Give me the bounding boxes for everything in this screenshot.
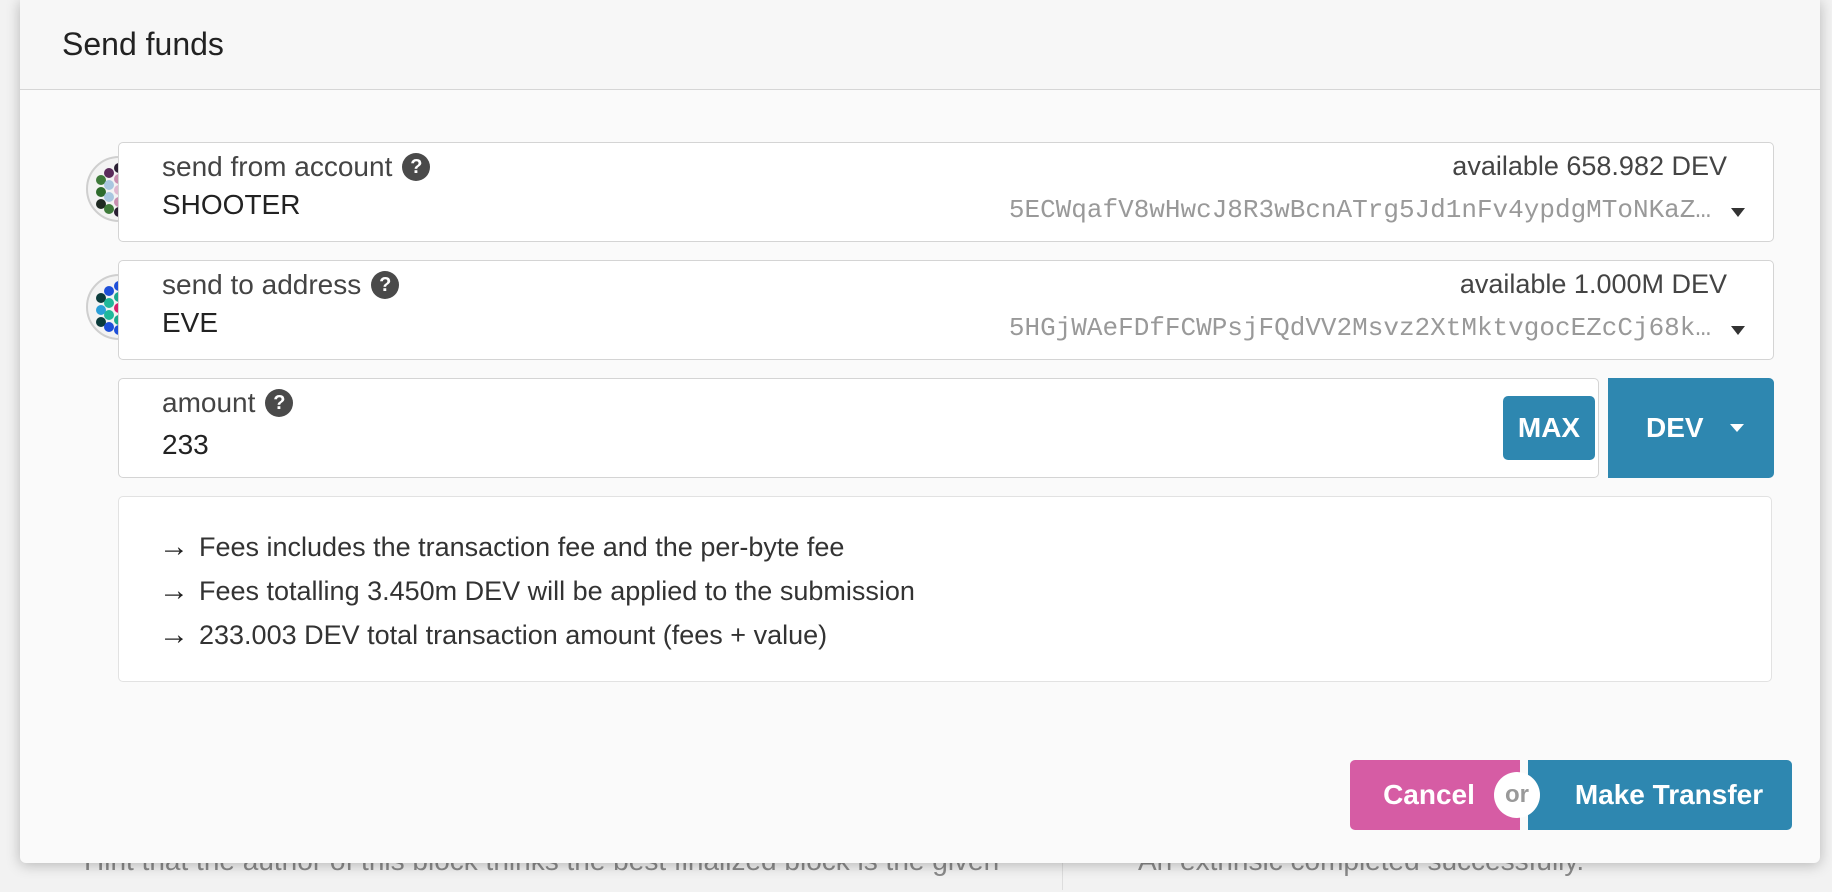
unit-select[interactable]: DEV	[1608, 378, 1774, 478]
send-to-address-select[interactable]: send to address ? EVE available 1.000M D…	[118, 260, 1774, 360]
amount-label-row: amount ?	[162, 387, 294, 419]
send-from-account-select[interactable]: send from account ? SHOOTER available 65…	[118, 142, 1774, 242]
help-icon[interactable]: ?	[265, 389, 294, 417]
from-account-name: SHOOTER	[162, 189, 301, 220]
amount-label: amount	[162, 387, 256, 418]
unit-label: DEV	[1646, 412, 1704, 443]
send-from-label-row: send from account ?	[162, 151, 431, 183]
arrow-right-icon: →	[159, 530, 189, 563]
send-from-label: send from account	[162, 151, 393, 182]
chevron-down-icon	[1729, 424, 1744, 432]
make-transfer-button[interactable]: Make Transfer	[1528, 760, 1792, 830]
help-icon[interactable]: ?	[371, 271, 400, 299]
send-to-label-row: send to address ?	[162, 269, 400, 301]
to-available-balance: available 1.000M DEV	[1459, 269, 1727, 299]
chevron-down-icon[interactable]	[1731, 208, 1745, 217]
info-text: Fees totalling 3.450m DEV will be applie…	[199, 575, 915, 606]
info-text: 233.003 DEV total transaction amount (fe…	[199, 619, 828, 650]
chevron-down-icon[interactable]	[1731, 326, 1745, 335]
from-account-address: 5ECWqafV8wHwcJ8R3wBcnATrg5Jd1nFv4ypdgMTo…	[1008, 195, 1711, 225]
modal-header: Send funds	[20, 0, 1820, 90]
help-icon[interactable]: ?	[402, 153, 431, 181]
arrow-right-icon: →	[159, 618, 189, 651]
fee-info-box: → Fees includes the transaction fee and …	[118, 496, 1772, 682]
info-line: → 233.003 DEV total transaction amount (…	[119, 613, 1771, 657]
to-account-name: EVE	[162, 307, 219, 338]
send-funds-modal: Send funds send from account ? SHOOTER a…	[20, 0, 1820, 863]
arrow-right-icon: →	[159, 574, 189, 607]
info-text: Fees includes the transaction fee and th…	[199, 531, 845, 562]
info-line: → Fees totalling 3.450m DEV will be appl…	[119, 569, 1771, 613]
max-button[interactable]: MAX	[1503, 396, 1595, 460]
modal-title: Send funds	[62, 26, 224, 62]
to-account-address: 5HGjWAeFDfFCWPsjFQdVV2Msvz2XtMktvgocEZcC…	[1008, 313, 1711, 343]
info-line: → Fees includes the transaction fee and …	[119, 525, 1771, 569]
amount-input-field[interactable]: amount ? 233	[118, 378, 1599, 478]
send-to-label: send to address	[162, 269, 362, 300]
from-available-balance: available 658.982 DEV	[1452, 151, 1727, 181]
or-separator: or	[1494, 772, 1540, 818]
amount-value[interactable]: 233	[162, 429, 209, 461]
